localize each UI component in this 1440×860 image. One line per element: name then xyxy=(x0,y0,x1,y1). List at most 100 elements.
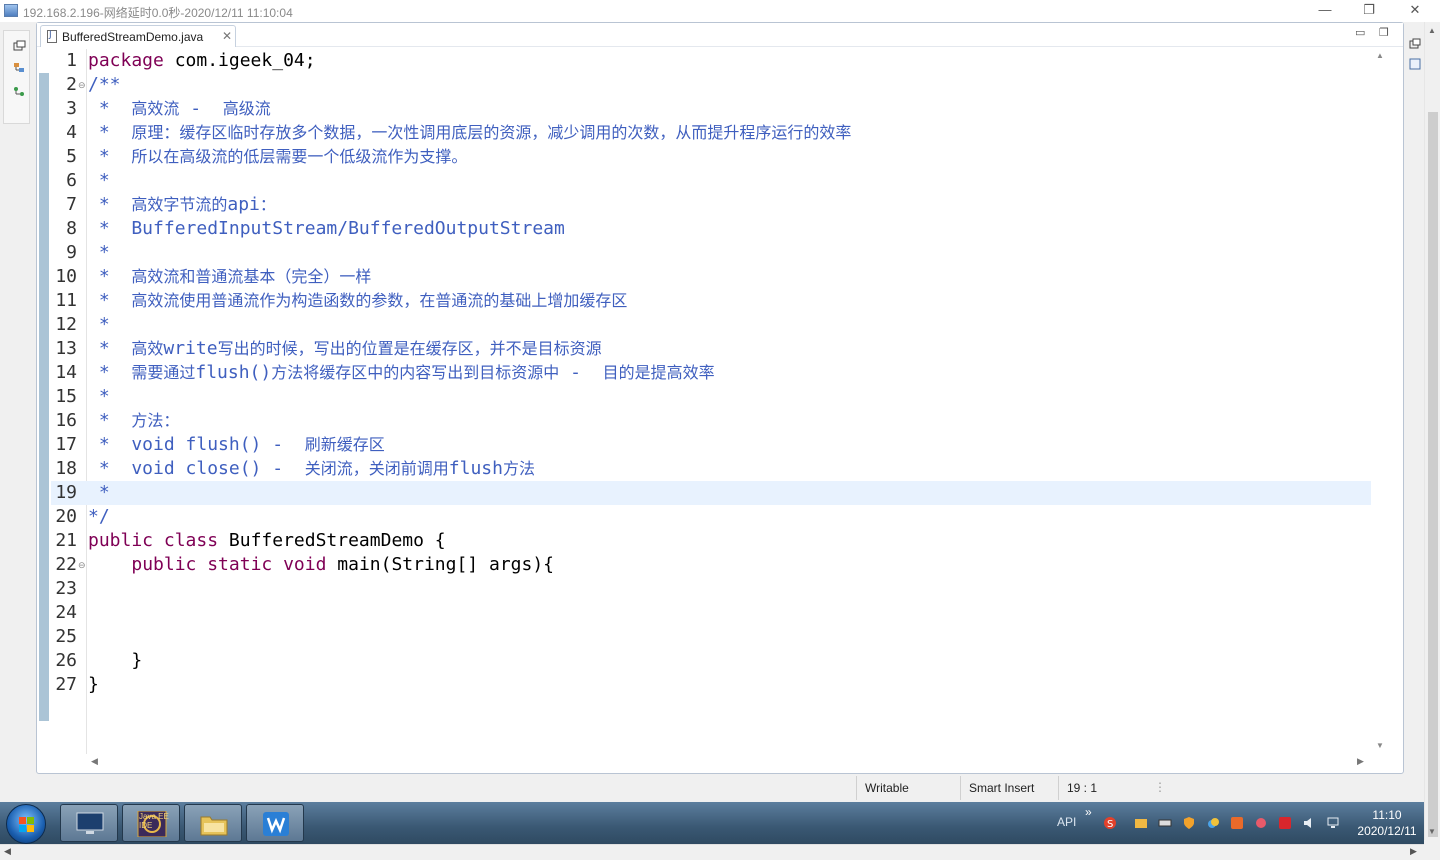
code-line[interactable]: 25 xyxy=(51,625,1371,649)
insert-mode-status: Smart Insert xyxy=(960,776,1056,800)
scroll-thumb[interactable] xyxy=(1428,112,1438,837)
windows-taskbar: Java EE IDE API » S 11:10 2020/12/11 xyxy=(0,802,1424,844)
outline-view-icon[interactable] xyxy=(1409,58,1421,70)
maximize-editor-icon[interactable]: ❐ xyxy=(1379,26,1389,39)
package-explorer-icon[interactable] xyxy=(13,62,26,73)
code-line[interactable]: 14 * 需要通过flush()方法将缓存区中的内容写出到目标资源中 - 目的是… xyxy=(51,361,1371,385)
code-text: * 高效流 - 高级流 xyxy=(88,98,271,119)
java-ee-ide-task[interactable]: Java EE IDE xyxy=(122,804,180,842)
scroll-left-arrow-icon[interactable]: ◀ xyxy=(4,846,11,857)
taskbar-clock[interactable]: 11:10 2020/12/11 xyxy=(1352,807,1422,839)
desktop-screen: 192.168.2.196-网络延时0.0秒-2020/12/11 11:10:… xyxy=(0,0,1440,860)
java-ee-ide-label: Java EE IDE xyxy=(139,812,169,830)
sogou-input-icon[interactable]: S xyxy=(1103,816,1117,830)
folder-tray-icon[interactable] xyxy=(1134,816,1148,830)
code-line[interactable]: 4 * 原理：缓存区临时存放多个数据，一次性调用底层的资源，减少调用的次数，从而… xyxy=(51,121,1371,145)
windows-logo-icon xyxy=(19,817,35,833)
restore-button[interactable]: ❐ xyxy=(1346,0,1392,22)
line-number: 8 xyxy=(66,218,77,239)
scroll-right-arrow-icon[interactable]: ▶ xyxy=(1410,846,1417,857)
tab-close-icon[interactable]: ✕ xyxy=(222,29,232,43)
show-hidden-icons-button[interactable]: » xyxy=(1085,805,1092,819)
flower-tray-icon[interactable] xyxy=(1254,816,1268,830)
start-button[interactable] xyxy=(6,804,46,844)
java-editor: BufferedStreamDemo.java ✕ ▭ ❐ 1 package c… xyxy=(36,22,1404,774)
hierarchy-icon[interactable] xyxy=(13,86,26,97)
code-line[interactable]: 10 * 高效流和普通流基本（完全）一样 xyxy=(51,265,1371,289)
fold-collapse-icon[interactable]: ⊖ xyxy=(78,73,86,97)
code-line[interactable]: 18 * void close() - 关闭流，关闭前调用flush方法 xyxy=(51,457,1371,481)
code-text: * void close() - 关闭流，关闭前调用flush方法 xyxy=(88,458,535,479)
line-number: 1 xyxy=(66,50,77,71)
editor-horizontal-scrollbar[interactable]: ◀ ▶ xyxy=(87,755,1377,771)
volume-icon[interactable] xyxy=(1302,816,1316,830)
code-line[interactable]: 23 xyxy=(51,577,1371,601)
code-area[interactable]: 1 package com.igeek_04; 2 ⊖/** 3 * 高效流 - 高级流… xyxy=(39,49,1372,754)
code-line[interactable]: 6 * xyxy=(51,169,1371,193)
code-lines[interactable]: 1 package com.igeek_04; 2 ⊖/** 3 * 高效流 - 高级流… xyxy=(51,49,1371,697)
close-button[interactable]: ✕ xyxy=(1392,0,1438,22)
code-line[interactable]: 11 * 高效流使用普通流作为构造函数的参数，在普通流的基础上增加缓存区 xyxy=(51,289,1371,313)
code-line[interactable]: 12 * xyxy=(51,313,1371,337)
line-number: 10 xyxy=(55,266,77,287)
red-tray-icon[interactable] xyxy=(1278,816,1292,830)
code-line[interactable]: 21 public class BufferedStreamDemo { xyxy=(51,529,1371,553)
code-line[interactable]: 9 * xyxy=(51,241,1371,265)
status-bar: Writable Smart Insert 19 : 1 ⋮ xyxy=(0,776,1424,800)
line-number: 2 xyxy=(66,74,77,95)
code-line[interactable]: 3 * 高效流 - 高级流 xyxy=(51,97,1371,121)
code-line[interactable]: 13 * 高效write写出的时候，写出的位置是在缓存区，并不是目标资源 xyxy=(51,337,1371,361)
restore-view-icon[interactable] xyxy=(1409,38,1421,50)
code-text: public static void main(String[] args){ xyxy=(131,554,555,575)
code-line[interactable]: 7 * 高效字节流的api： xyxy=(51,193,1371,217)
app-tray-icon[interactable] xyxy=(1230,816,1244,830)
code-text: * BufferedInputStream/BufferedOutputStre… xyxy=(88,218,565,239)
editor-vertical-scrollbar[interactable]: ▲ ▼ xyxy=(1372,47,1388,753)
code-line[interactable]: 8 * BufferedInputStream/BufferedOutputSt… xyxy=(51,217,1371,241)
code-line[interactable]: 22 ⊖ public static void main(String[] arg… xyxy=(51,553,1371,577)
wps-writer-task[interactable] xyxy=(246,804,304,842)
remote-window-vertical-scrollbar[interactable]: ▲ ▼ xyxy=(1424,22,1440,840)
code-line[interactable]: 15 * xyxy=(51,385,1371,409)
file-explorer-task[interactable] xyxy=(184,804,242,842)
code-line[interactable]: 24 xyxy=(51,601,1371,625)
scroll-up-arrow-icon[interactable]: ▲ xyxy=(1428,26,1436,35)
line-number: 4 xyxy=(66,122,77,143)
line-number: 5 xyxy=(66,146,77,167)
computer-task[interactable] xyxy=(60,804,118,842)
scroll-down-arrow-icon[interactable]: ▼ xyxy=(1428,827,1436,836)
line-number: 20 xyxy=(55,506,77,527)
code-line[interactable]: 16 * 方法： xyxy=(51,409,1371,433)
tray-api-label: API xyxy=(1057,815,1077,829)
left-trim-frame xyxy=(3,30,30,124)
scroll-down-arrow-icon[interactable]: ▼ xyxy=(1376,741,1384,750)
code-line[interactable]: 20 */ xyxy=(51,505,1371,529)
editor-tab[interactable]: BufferedStreamDemo.java ✕ xyxy=(40,25,236,47)
folder-icon xyxy=(200,816,228,836)
code-line[interactable]: 1 package com.igeek_04; xyxy=(51,49,1371,73)
code-line[interactable]: 17 * void flush() - 刷新缓存区 xyxy=(51,433,1371,457)
code-line[interactable]: 26 } xyxy=(51,649,1371,673)
minimize-editor-icon[interactable]: ▭ xyxy=(1355,26,1365,39)
remote-window-horizontal-scrollbar[interactable]: ◀ ▶ xyxy=(0,844,1424,860)
fold-collapse-icon[interactable]: ⊖ xyxy=(78,553,86,577)
security-shield-icon[interactable] xyxy=(1182,816,1196,830)
restore-view-icon[interactable] xyxy=(13,40,26,51)
code-text: } xyxy=(88,650,143,671)
line-number: 18 xyxy=(55,458,77,479)
scroll-left-arrow-icon[interactable]: ◀ xyxy=(91,756,98,767)
minimize-button[interactable]: — xyxy=(1302,0,1348,22)
cloud-tray-icon[interactable] xyxy=(1206,816,1220,830)
network-icon[interactable] xyxy=(1326,816,1340,830)
java-file-icon xyxy=(47,30,57,43)
wps-writer-icon xyxy=(263,812,289,836)
code-line[interactable]: 27} xyxy=(51,673,1371,697)
code-line[interactable]: 19 * xyxy=(51,481,1371,505)
network-drive-icon[interactable] xyxy=(1158,816,1172,830)
scroll-right-arrow-icon[interactable]: ▶ xyxy=(1357,756,1364,767)
code-text: * xyxy=(88,386,110,407)
code-line[interactable]: 5 * 所以在高级流的低层需要一个低级流作为支撑。 xyxy=(51,145,1371,169)
code-line[interactable]: 2 ⊖/** xyxy=(51,73,1371,97)
cursor-position-status: 19 : 1 xyxy=(1058,776,1154,800)
scroll-up-arrow-icon[interactable]: ▲ xyxy=(1376,51,1384,60)
